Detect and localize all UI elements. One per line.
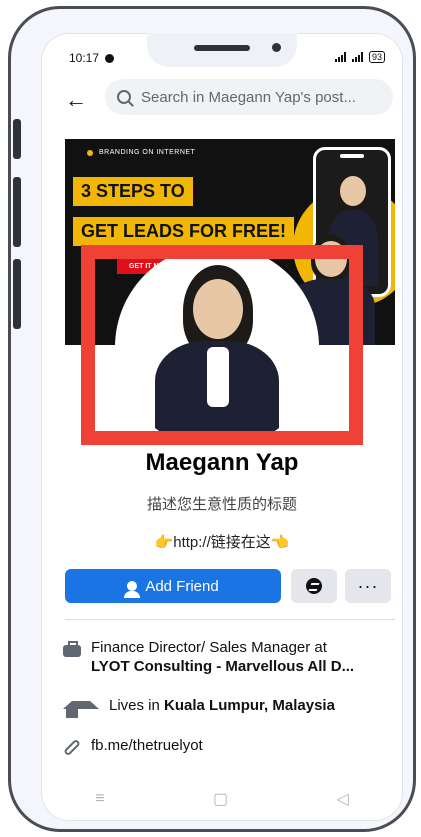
divider	[65, 619, 395, 620]
profile-name: Maegann Yap	[145, 449, 299, 476]
lives-prefix: Lives in	[109, 697, 160, 714]
volume-down-button	[13, 177, 21, 247]
back-arrow-icon[interactable]: ←	[65, 87, 87, 113]
signal-icon-2	[351, 52, 363, 62]
work-info[interactable]: Finance Director/ Sales Manager at LYOT …	[63, 639, 393, 677]
cover-tag: BRANDING ON INTERNET	[87, 149, 195, 156]
volume-up-button	[13, 119, 21, 159]
front-camera	[272, 43, 281, 52]
link-info[interactable]: fb.me/thetruelyot	[63, 737, 393, 757]
speaker	[194, 45, 250, 51]
status-bar-left: 10:17	[69, 51, 115, 65]
highlight-box	[81, 245, 363, 445]
search-placeholder: Search in Maegann Yap's post...	[141, 88, 356, 106]
battery-icon: 93	[368, 51, 385, 63]
back-nav-icon[interactable]: ◁	[336, 789, 348, 809]
home-nav-icon[interactable]: ▢	[213, 789, 228, 809]
work-prefix: Finance Director/ Sales Manager at	[91, 639, 327, 656]
link-icon	[63, 738, 81, 757]
phone-frame: 10:17 93 ← Search in Maegann Yap's post.…	[8, 6, 416, 832]
search-icon	[117, 90, 131, 104]
add-friend-label: Add Friend	[145, 577, 219, 595]
work-company[interactable]: LYOT Consulting - Marvellous All D...	[91, 658, 354, 675]
menu-icon[interactable]: ≡	[95, 790, 104, 808]
profile-subtitle: 描述您生意性质的标题	[146, 496, 297, 513]
profile-link[interactable]: fb.me/thetruelyot	[91, 737, 203, 756]
more-options-button[interactable]: ···	[345, 569, 391, 603]
android-nav-bar: ≡ ▢ ◁	[41, 777, 403, 821]
status-bar-right: 93	[334, 51, 385, 63]
search-bar[interactable]: Search in Maegann Yap's post...	[105, 79, 393, 115]
notification-dot-icon	[105, 53, 115, 63]
lives-info[interactable]: Lives in Kuala Lumpur, Malaysia	[63, 697, 393, 718]
notch	[147, 33, 297, 67]
add-friend-button[interactable]: Add Friend	[65, 569, 281, 603]
signal-icon	[334, 52, 346, 62]
messenger-icon	[306, 578, 322, 594]
messenger-button[interactable]	[291, 569, 337, 603]
add-user-icon	[124, 581, 141, 598]
lives-place[interactable]: Kuala Lumpur, Malaysia	[164, 697, 335, 714]
briefcase-icon	[63, 641, 81, 657]
home-icon	[63, 701, 99, 718]
cover-headline-1: 3 STEPS TO	[73, 177, 193, 206]
phone-screen: 10:17 93 ← Search in Maegann Yap's post.…	[41, 33, 403, 821]
cover-headline-2: GET LEADS FOR FREE!	[73, 217, 295, 246]
status-time: 10:17	[69, 51, 100, 65]
profile-link-line[interactable]: 👉http://链接在这👈	[41, 531, 403, 552]
power-button	[13, 259, 21, 329]
